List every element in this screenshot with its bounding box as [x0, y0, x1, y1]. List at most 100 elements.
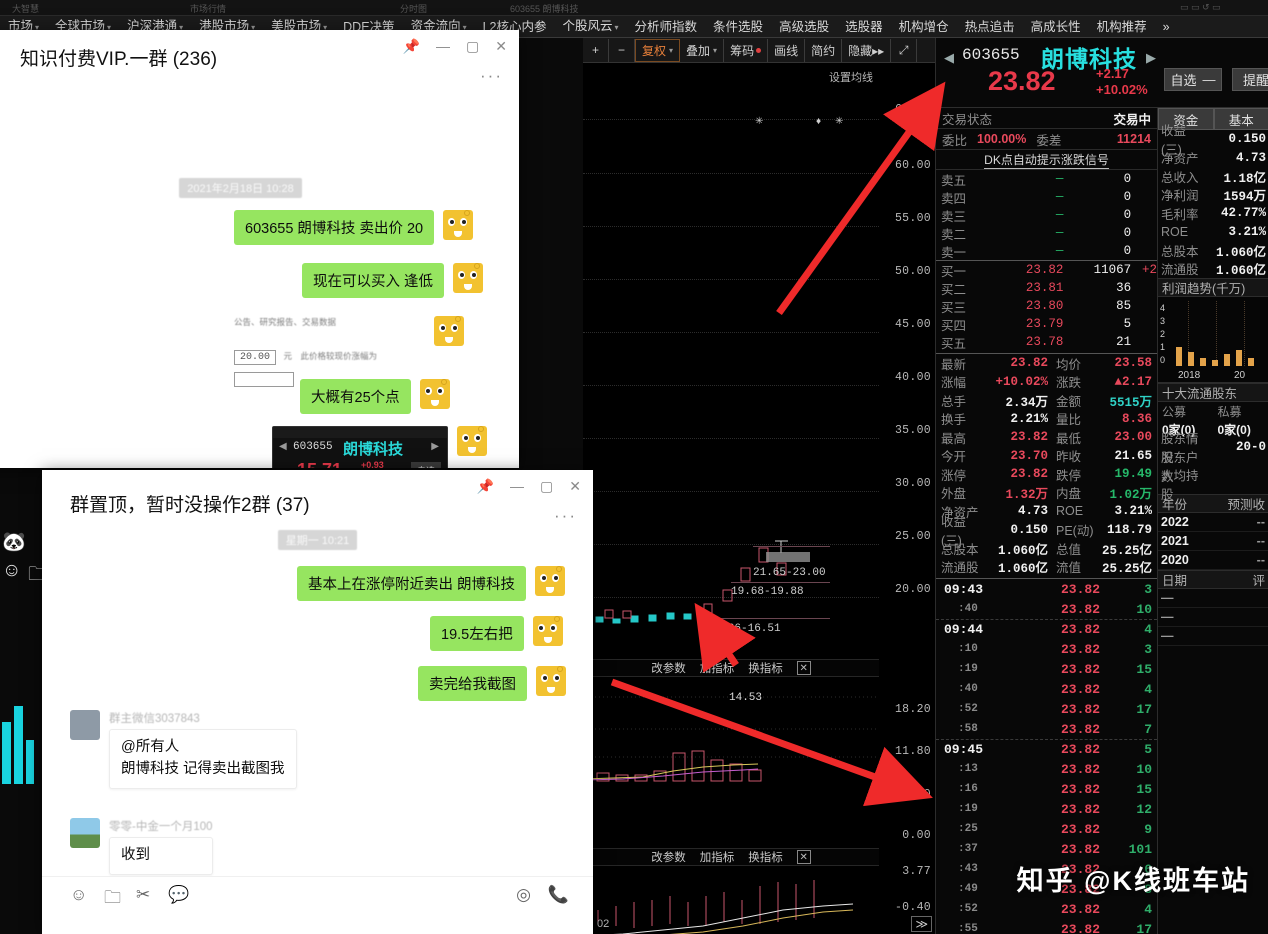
menu-item-13[interactable]: 机构增仓 — [891, 16, 957, 38]
menu-item-8[interactable]: 个股风云 ▾ — [555, 15, 627, 39]
wechat1-more-icon[interactable]: ··· — [480, 66, 503, 86]
chart-tool-2[interactable]: 复权 ▾ — [635, 38, 681, 62]
tick-row[interactable]: :52 23.82 17 — [936, 699, 1157, 719]
smiley-desktop-icon[interactable]: ☺ — [2, 560, 21, 582]
wechat-window-2[interactable]: 群置顶，暂时没操作2群 (37) 📌 — ▢ ✕ ··· 星期一 10:21 基本上在… — [42, 470, 593, 934]
tick-row[interactable]: :40 23.82 4 — [936, 679, 1157, 699]
folder-icon[interactable]: 🗀 — [104, 885, 121, 914]
avatar[interactable] — [70, 710, 100, 740]
tick-row[interactable]: 09:44 23.82 4 — [936, 619, 1157, 639]
list-item[interactable]: 大概有25个点 — [300, 379, 450, 414]
avatar[interactable] — [443, 210, 474, 240]
list-item[interactable]: 零零-中金一个月100 收到 — [70, 818, 213, 875]
add-to-watchlist-button[interactable]: 自选 — — [1164, 68, 1222, 91]
avatar[interactable] — [453, 263, 484, 293]
close-icon[interactable]: ✕ — [495, 38, 507, 55]
tick-row[interactable]: :25 23.82 9 — [936, 819, 1157, 839]
list-item[interactable]: ◀ 603655 朗博科技 ▶ 15.71 +0.93 +6.29% 自选 — [272, 426, 487, 468]
ocr-image-message[interactable]: 公告、研究报告、交易数据 20.00 元 此价格较现价涨幅为 — [234, 316, 412, 387]
chart-tool-3[interactable]: 叠加 ▾ — [680, 38, 725, 62]
wechat1-window-buttons[interactable]: 📌 — ▢ ✕ — [403, 38, 507, 55]
menu-item-14[interactable]: 热点追击 — [957, 16, 1023, 38]
chat-icon[interactable]: 💬 — [168, 885, 189, 905]
avatar[interactable] — [536, 666, 566, 696]
wechat-window-1[interactable]: 知识付费VIP.一群 (236) 📌 — ▢ ✕ ··· 2021年2月18日 10:… — [0, 30, 519, 468]
maximize-icon[interactable]: ▢ — [466, 38, 479, 55]
wechat1-message-list[interactable]: 2021年2月18日 10:28 603655 朗博科技 卖出价 20 现在可以… — [0, 88, 519, 468]
prev-stock-icon[interactable]: ◀ — [944, 50, 954, 66]
indicator-action-3[interactable]: ✕ — [796, 661, 811, 675]
scissors-icon[interactable]: ✂ — [136, 885, 150, 905]
chart-area[interactable]: 设置均线 ✳ ♦ ✳ 21.65-23.00 19.68-19.88 16.26… — [583, 63, 935, 934]
top-holders-title[interactable]: 十大流通股东 — [1158, 383, 1268, 402]
indicator-action-2[interactable]: 换指标 — [748, 849, 783, 865]
indicator-action-3[interactable]: ✕ — [796, 850, 811, 864]
menu-item-9[interactable]: 分析师指数 — [627, 16, 706, 38]
maximize-icon[interactable]: ▢ — [540, 478, 553, 495]
minimize-icon[interactable]: — — [510, 478, 524, 495]
tick-row[interactable]: :58 23.82 7 — [936, 719, 1157, 739]
indicator-action-0[interactable]: 改参数 — [651, 660, 686, 676]
tick-row[interactable]: :19 23.82 15 — [936, 659, 1157, 679]
list-item[interactable]: 卖完给我截图 — [418, 666, 566, 701]
tick-row[interactable]: :37 23.82 101 — [936, 839, 1157, 859]
indicator-action-0[interactable]: 改参数 — [651, 849, 686, 865]
chart-tool-1[interactable]: − — [609, 38, 635, 62]
list-item[interactable]: 19.5左右把 — [430, 616, 563, 651]
dk-signal-banner[interactable]: DK点自动提示涨跌信号 — [936, 150, 1157, 170]
minimize-icon[interactable]: — — [436, 38, 450, 55]
chart-tool-4[interactable]: 筹码 — [724, 38, 769, 62]
menu-item-11[interactable]: 高级选股 — [771, 16, 837, 38]
emoji-icon[interactable]: ☺ — [70, 885, 87, 905]
card-watch-button[interactable]: 自选 — [410, 462, 441, 468]
chart-tool-6[interactable]: 简约 — [805, 38, 843, 62]
tick-row[interactable]: :10 23.82 3 — [936, 639, 1157, 659]
menu-item-12[interactable]: 选股器 — [837, 16, 891, 38]
list-item[interactable]: 公告、研究报告、交易数据 20.00 元 此价格较现价涨幅为 — [234, 316, 464, 387]
panda-desktop-icon[interactable]: 🐼 — [2, 530, 26, 554]
chart-tool-5[interactable]: 画线 — [768, 38, 806, 62]
wechat2-message-list[interactable]: 星期一 10:21 基本上在涨停附近卖出 朗博科技 19.5左右把 卖完给我截图 — [42, 528, 593, 876]
list-item[interactable]: 现在可以买入 逢低 — [302, 263, 484, 298]
avatar[interactable] — [532, 616, 563, 646]
close-icon[interactable]: ✕ — [569, 478, 581, 495]
tick-row[interactable]: :52 23.82 4 — [936, 899, 1157, 919]
indicator-bar-2[interactable]: 改参数 加指标 换指标 ✕ — [583, 848, 879, 866]
list-item[interactable]: 基本上在涨停附近卖出 朗博科技 — [297, 566, 566, 601]
menu-item-15[interactable]: 高成长性 — [1023, 16, 1089, 38]
wechat2-window-buttons[interactable]: 📌 — ▢ ✕ — [477, 478, 581, 495]
list-item[interactable]: 群主微信3037843 @所有人 朗博科技 记得卖出截图我 — [70, 710, 297, 789]
tick-row[interactable]: 09:43 23.82 3 — [936, 579, 1157, 599]
list-item[interactable]: 603655 朗博科技 卖出价 20 — [234, 210, 474, 245]
indicator-action-2[interactable]: 换指标 — [748, 660, 783, 676]
chart-toolbar[interactable]: + − 复权 ▾ 叠加 ▾ 筹码 画线 简约 隐藏▸▸ ⤢ — [583, 38, 935, 63]
menu-item-17[interactable]: » — [1155, 16, 1178, 38]
next-stock-icon[interactable]: ▶ — [1146, 50, 1156, 66]
menu-item-16[interactable]: 机构推荐 — [1089, 16, 1155, 38]
indicator-bar-1[interactable]: 改参数 加指标 换指标 ✕ — [583, 659, 879, 677]
right-tab-1[interactable]: 基本 — [1213, 108, 1268, 130]
avatar[interactable] — [457, 426, 487, 456]
tick-row[interactable]: :13 23.82 10 — [936, 759, 1157, 779]
screenshot-icon[interactable]: ◎ — [516, 885, 531, 905]
pin-icon[interactable]: 📌 — [403, 38, 420, 55]
tick-row[interactable]: :40 23.82 10 — [936, 599, 1157, 619]
avatar[interactable] — [419, 379, 450, 409]
indicator-action-1[interactable]: 加指标 — [700, 849, 735, 865]
wechat2-more-icon[interactable]: ··· — [554, 506, 577, 526]
indicator-action-1[interactable]: 加指标 — [700, 660, 735, 676]
stock-card-message[interactable]: ◀ 603655 朗博科技 ▶ 15.71 +0.93 +6.29% 自选 — [272, 426, 448, 468]
tick-row[interactable]: :16 23.82 15 — [936, 779, 1157, 799]
wechat2-toolbar[interactable]: ☺ 🗀 ✂ 💬 ◎ 📞 — [42, 876, 593, 934]
avatar[interactable] — [434, 316, 464, 346]
chart-tool-8[interactable]: ⤢ — [891, 38, 918, 62]
videocall-icon[interactable]: 📞 — [548, 885, 569, 905]
avatar[interactable] — [535, 566, 566, 596]
chart-tool-0[interactable]: + — [583, 38, 609, 62]
avatar[interactable] — [70, 818, 100, 848]
menu-item-10[interactable]: 条件选股 — [705, 16, 771, 38]
tick-row[interactable]: :55 23.82 17 — [936, 919, 1157, 934]
price-alert-button[interactable]: 提醒 — [1232, 68, 1268, 91]
tick-row[interactable]: :19 23.82 12 — [936, 799, 1157, 819]
tick-row[interactable]: 09:45 23.82 5 — [936, 739, 1157, 759]
